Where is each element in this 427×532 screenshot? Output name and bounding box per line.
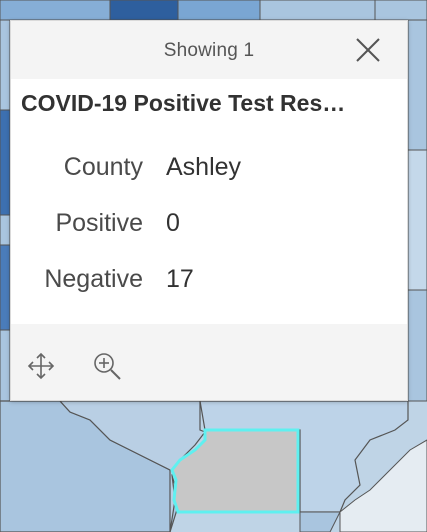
zoom-to-button[interactable] xyxy=(91,350,123,382)
county-right-c[interactable] xyxy=(407,289,427,402)
attribute-row-negative: Negative 17 xyxy=(11,251,241,307)
feature-popup: Showing 1 COVID-19 Positive Test Res… Co… xyxy=(10,20,408,401)
popup-header: Showing 1 xyxy=(11,21,407,79)
county-left-b[interactable] xyxy=(0,109,11,216)
county-left-d[interactable] xyxy=(0,244,11,331)
attribute-row-county: County Ashley xyxy=(11,139,241,195)
attribute-row-positive: Positive 0 xyxy=(11,195,241,251)
popup-feature-count: Showing 1 xyxy=(163,40,255,61)
field-name: Negative xyxy=(44,264,143,293)
county-left-e[interactable] xyxy=(0,329,11,402)
popup-content: COVID-19 Positive Test Res… County Ashle… xyxy=(11,79,407,324)
field-name: County xyxy=(63,152,143,181)
county-right-a[interactable] xyxy=(407,19,427,151)
field-name: Positive xyxy=(55,208,143,237)
county-top-mid[interactable] xyxy=(177,0,261,21)
popup-actions xyxy=(11,324,407,400)
county-top-right-a[interactable] xyxy=(259,0,376,21)
county-top-dark[interactable] xyxy=(109,0,179,21)
county-left-c[interactable] xyxy=(0,214,11,246)
county-top-left[interactable] xyxy=(0,0,111,21)
field-value: Ashley xyxy=(166,152,242,181)
county-top-right-b[interactable] xyxy=(374,0,427,21)
county-right-b[interactable] xyxy=(407,149,427,291)
field-value: 17 xyxy=(166,264,194,293)
attribute-table: County Ashley Positive 0 Negative 17 xyxy=(11,139,241,307)
popup-title: COVID-19 Positive Test Res… xyxy=(21,90,346,116)
close-button[interactable] xyxy=(355,37,381,63)
close-icon xyxy=(356,38,380,62)
pan-button[interactable] xyxy=(25,350,57,382)
zoom-in-icon xyxy=(94,353,121,380)
pan-icon xyxy=(27,352,55,380)
county-left-a[interactable] xyxy=(0,19,11,111)
field-value: 0 xyxy=(166,208,180,237)
